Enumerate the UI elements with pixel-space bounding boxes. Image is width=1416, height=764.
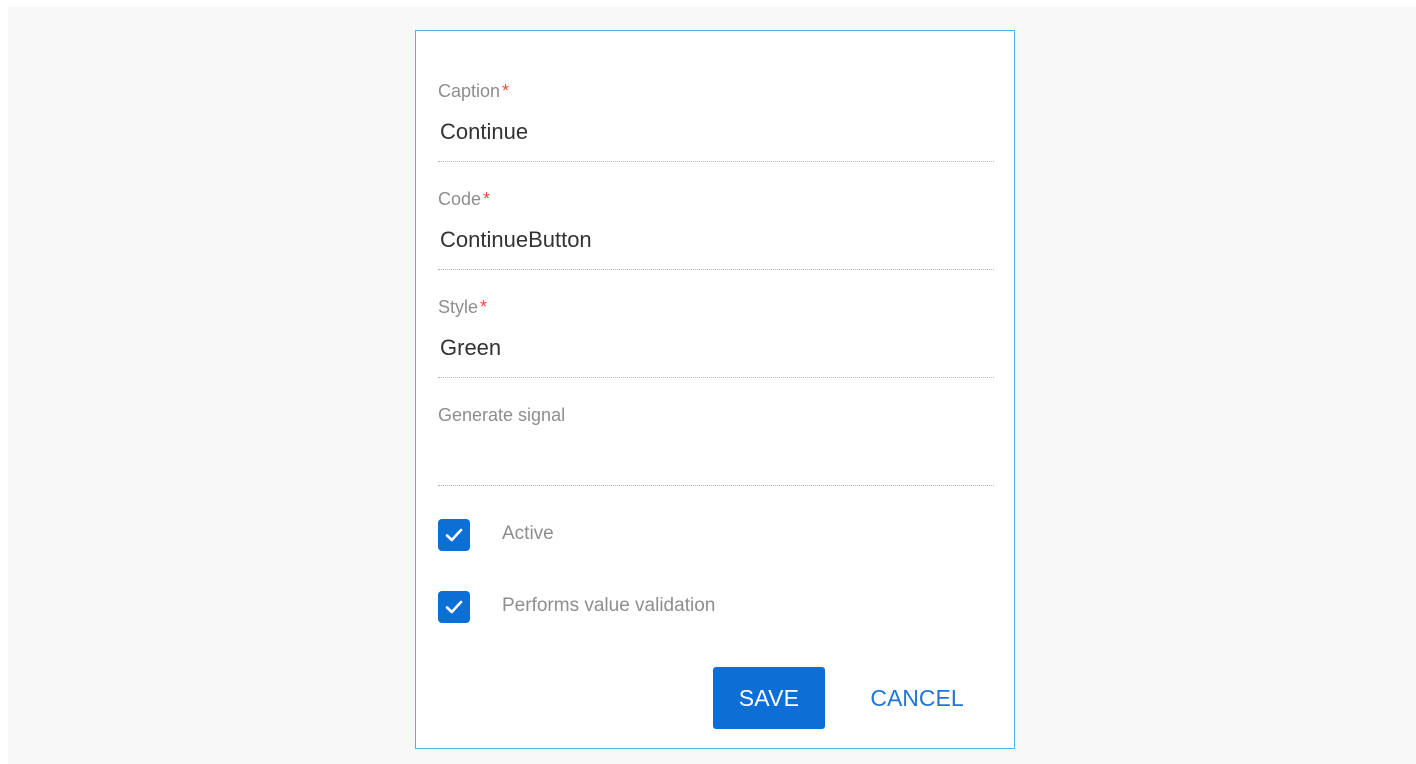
checkmark-icon [445, 528, 463, 542]
value-validation-label: Performs value validation [502, 595, 716, 616]
generate-signal-field[interactable]: Generate signal [438, 401, 994, 486]
code-label-text: Code [438, 189, 482, 209]
checkmark-icon [445, 600, 463, 614]
value-validation-checkbox[interactable] [438, 591, 470, 623]
style-label-text: Style [438, 297, 479, 317]
code-field[interactable]: Code * ContinueButton [438, 185, 994, 270]
required-asterisk: * [502, 81, 510, 101]
required-asterisk: * [483, 189, 491, 209]
code-value[interactable]: ContinueButton [440, 227, 592, 253]
value-validation-checkbox-row[interactable]: Performs value validation [438, 591, 938, 623]
caption-field[interactable]: Caption * Continue [438, 77, 994, 162]
caption-value[interactable]: Continue [440, 119, 528, 145]
required-asterisk: * [480, 297, 488, 317]
save-button[interactable]: SAVE [713, 667, 825, 729]
style-value[interactable]: Green [440, 335, 501, 361]
generate-signal-label: Generate signal [438, 405, 566, 425]
code-label: Code * [438, 189, 490, 210]
edit-button-dialog: Caption * Continue Code * ContinueButton S… [415, 30, 1015, 749]
caption-label-text: Caption [438, 81, 501, 101]
active-checkbox-row[interactable]: Active [438, 519, 938, 551]
style-field[interactable]: Style * Green [438, 293, 994, 378]
style-label: Style * [438, 297, 487, 318]
active-checkbox[interactable] [438, 519, 470, 551]
cancel-button[interactable]: CANCEL [852, 667, 982, 729]
caption-label: Caption * [438, 81, 509, 102]
active-label: Active [502, 523, 554, 544]
